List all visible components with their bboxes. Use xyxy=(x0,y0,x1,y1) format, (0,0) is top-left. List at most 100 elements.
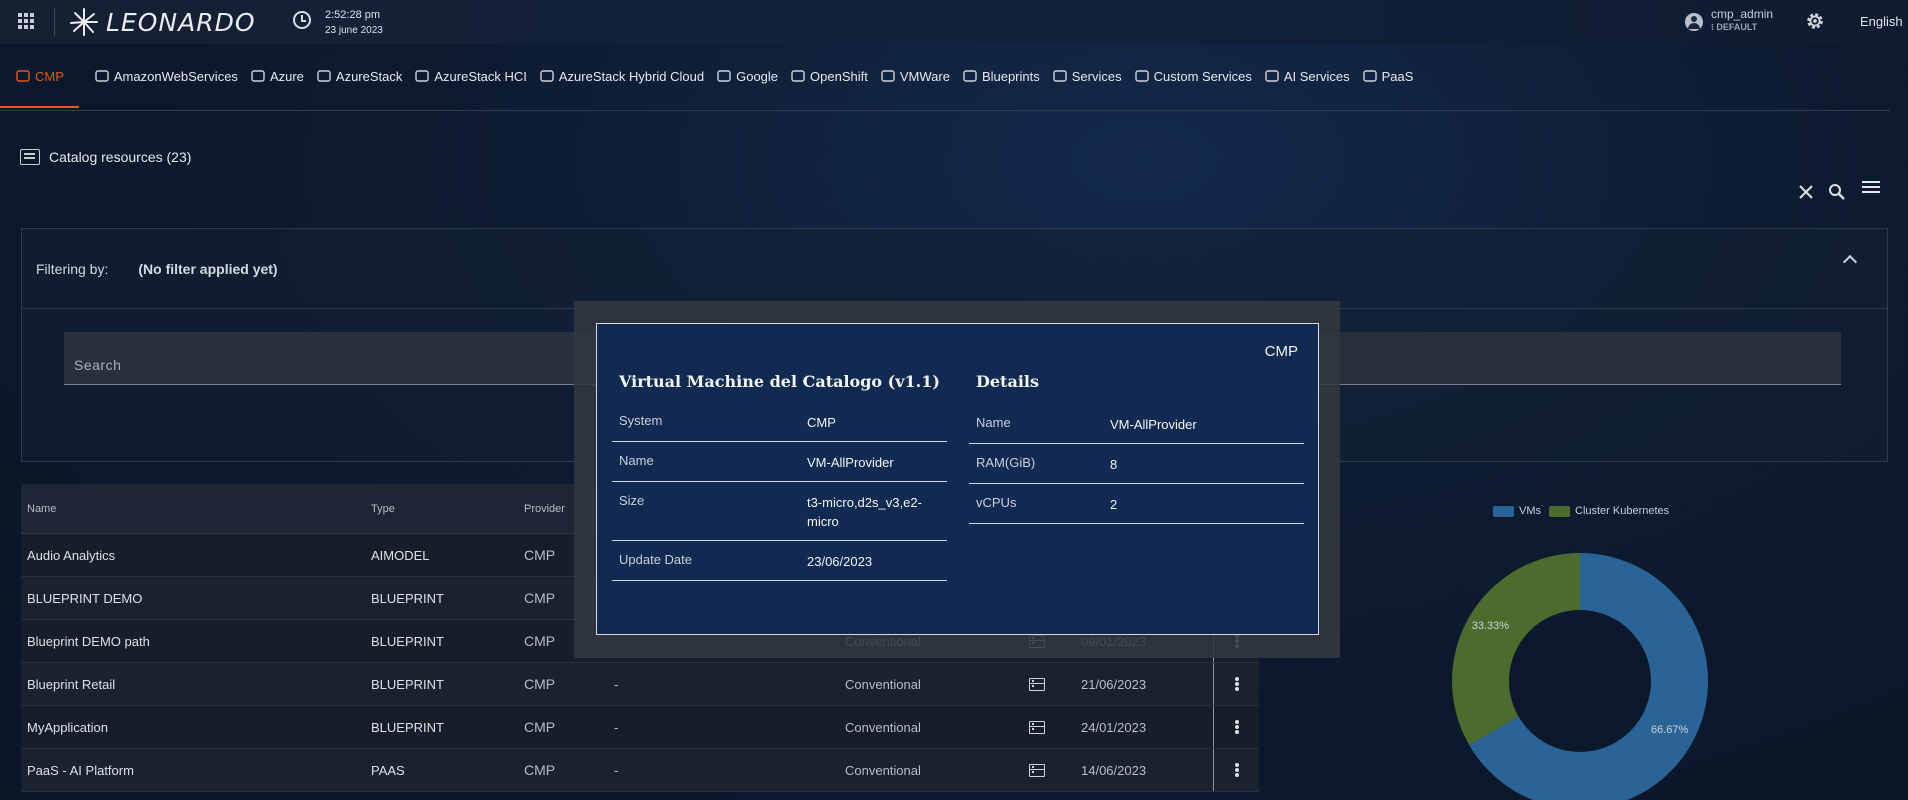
nav-tab-vmware[interactable]: VMWare xyxy=(881,44,963,108)
donut-slice-cluster-kubernetes[interactable] xyxy=(1452,553,1580,745)
column-header-name[interactable]: Name xyxy=(21,503,365,515)
nav-tab-label: AzureStack xyxy=(335,68,403,84)
detail-key: System xyxy=(619,413,663,428)
detail-value: t3-micro,d2s_v3,e2-micro xyxy=(807,495,922,529)
detail-row: RAM(GiB) 8 xyxy=(969,444,1304,484)
server-icon[interactable] xyxy=(1029,720,1045,734)
cell-name: BLUEPRINT DEMO xyxy=(27,590,143,606)
filter-value: (No filter applied yet) xyxy=(138,260,278,277)
cell-update-date: 21/06/2023 xyxy=(1081,676,1147,692)
cloud-icon xyxy=(415,70,430,82)
language-selector[interactable]: English xyxy=(1860,14,1903,29)
cell-name: MyApplication xyxy=(27,719,108,735)
nav-tab-ai-services[interactable]: AI Services xyxy=(1265,44,1363,108)
nav-tab-amazonwebservices[interactable]: AmazonWebServices xyxy=(95,44,251,108)
cell-type: AIMODEL xyxy=(371,547,430,563)
cell-mode: Conventional xyxy=(845,719,921,735)
detail-value: CMP xyxy=(807,415,836,430)
user-gear-icon xyxy=(1134,70,1149,82)
nav-tab-azurestack-hci[interactable]: AzureStack HCI xyxy=(415,44,539,108)
detail-value: VM-AllProvider xyxy=(807,455,894,470)
legend-item[interactable]: VMs xyxy=(1493,505,1541,517)
user-avatar-icon xyxy=(1685,13,1703,31)
leonardo-logo-icon xyxy=(70,8,98,36)
nav-tab-paas[interactable]: PaaS xyxy=(1362,44,1427,108)
filter-header[interactable]: Filtering by: (No filter applied yet) xyxy=(22,229,1887,309)
top-bar: LEONARDO 2:52:28 pm 23 june 2023 cmp_adm… xyxy=(0,0,1908,44)
legend-item[interactable]: Cluster Kubernetes xyxy=(1549,505,1669,517)
cell-type: PAAS xyxy=(371,762,405,778)
cell-update-date: 14/06/2023 xyxy=(1081,762,1147,778)
cell-mode: Conventional xyxy=(845,762,921,778)
username: cmp_admin xyxy=(1711,7,1774,21)
clock-time: 2:52:28 pm xyxy=(325,9,381,21)
modal-summary: Virtual Machine del Catalogo (v1.1) Syst… xyxy=(612,372,947,581)
detail-key: Update Date xyxy=(619,552,692,567)
azure-icon xyxy=(251,70,265,82)
detail-row: Size t3-micro,d2s_v3,e2-micro xyxy=(612,482,947,541)
nav-tab-openshift[interactable]: OpenShift xyxy=(791,44,881,108)
cell-name: PaaS - AI Platform xyxy=(27,762,134,778)
cell-description: - xyxy=(614,676,619,692)
gear-icon[interactable] xyxy=(1804,10,1826,32)
cell-type: BLUEPRINT xyxy=(371,590,444,606)
modal-title: Virtual Machine del Catalogo (v1.1) xyxy=(619,372,940,391)
details-title: Details xyxy=(976,372,1039,391)
nav-tab-label: AzureStack HCI xyxy=(434,68,527,84)
divider xyxy=(0,110,1890,111)
page-title: Catalog resources (23) xyxy=(20,149,191,165)
apps-grid-icon[interactable] xyxy=(18,13,34,29)
detail-key: Size xyxy=(619,493,645,508)
more-options-icon[interactable] xyxy=(1234,763,1239,777)
detail-value: 8 xyxy=(1110,457,1118,472)
server-icon[interactable] xyxy=(1029,763,1045,777)
brand-logo[interactable]: LEONARDO xyxy=(68,6,256,38)
slice-label: 33.33% xyxy=(1472,620,1510,632)
cell-actions xyxy=(1213,706,1259,748)
cell-update-date: 24/01/2023 xyxy=(1081,719,1147,735)
legend-label: Cluster Kubernetes xyxy=(1575,505,1670,517)
detail-value: 23/06/2023 xyxy=(807,554,873,569)
nav-tab-azure[interactable]: Azure xyxy=(251,44,317,108)
nav-tab-label: Blueprints xyxy=(981,68,1040,84)
clear-search-icon[interactable] xyxy=(1797,183,1815,201)
nav-tab-custom-services[interactable]: Custom Services xyxy=(1134,44,1265,108)
nav-tab-services[interactable]: Services xyxy=(1053,44,1135,108)
modal-details: Details Name VM-AllProvider RAM(GiB) 8 vCPUs… xyxy=(969,372,1304,524)
legend-label: VMs xyxy=(1519,505,1541,517)
detail-key: Name xyxy=(619,453,654,468)
user-menu[interactable]: cmp_admin ⁝ DEFAULT xyxy=(1685,8,1773,34)
catalog-icon xyxy=(20,149,40,165)
nav-tab-cmp[interactable]: CMP xyxy=(0,44,79,108)
detail-key: RAM(GiB) xyxy=(976,455,1036,470)
table-row[interactable]: MyApplication BLUEPRINT CMP - Conventional 24… xyxy=(21,706,1259,749)
nav-tab-azurestack[interactable]: AzureStack xyxy=(317,44,415,108)
chevron-up-icon[interactable] xyxy=(1842,254,1858,270)
nav-tab-label: CMP xyxy=(35,68,64,84)
table-row[interactable]: Blueprint Retail BLUEPRINT CMP - Conventiona… xyxy=(21,663,1259,706)
google-icon xyxy=(717,70,731,82)
nav-tab-google[interactable]: Google xyxy=(717,44,791,108)
grid-icon xyxy=(1053,70,1067,82)
user-role-text: DEFAULT xyxy=(1716,22,1758,32)
cell-resource-icon xyxy=(999,720,1075,734)
clock-icon xyxy=(293,11,311,29)
column-header-type[interactable]: Type xyxy=(365,503,518,515)
table-row[interactable]: PaaS - AI Platform PAAS CMP - Conventional 14… xyxy=(21,749,1259,792)
more-options-icon[interactable] xyxy=(1234,677,1239,691)
ai-icon xyxy=(1265,70,1279,82)
nav-tab-azurestack-hybrid-cloud[interactable]: AzureStack Hybrid Cloud xyxy=(540,44,717,108)
more-options-icon[interactable] xyxy=(1234,720,1239,734)
detail-row: System CMP xyxy=(612,402,947,442)
cell-resource-icon xyxy=(999,677,1075,691)
cell-provider: CMP xyxy=(524,676,556,692)
cell-name: Blueprint Retail xyxy=(27,676,116,692)
server-icon[interactable] xyxy=(1029,677,1045,691)
cell-description: - xyxy=(614,719,619,735)
search-icon[interactable] xyxy=(1828,183,1846,201)
nav-tab-blueprints[interactable]: Blueprints xyxy=(963,44,1053,108)
hamburger-menu-icon[interactable] xyxy=(1862,181,1880,195)
cmp-icon xyxy=(16,70,30,82)
aws-icon xyxy=(95,70,109,82)
cell-type: BLUEPRINT xyxy=(371,633,444,649)
